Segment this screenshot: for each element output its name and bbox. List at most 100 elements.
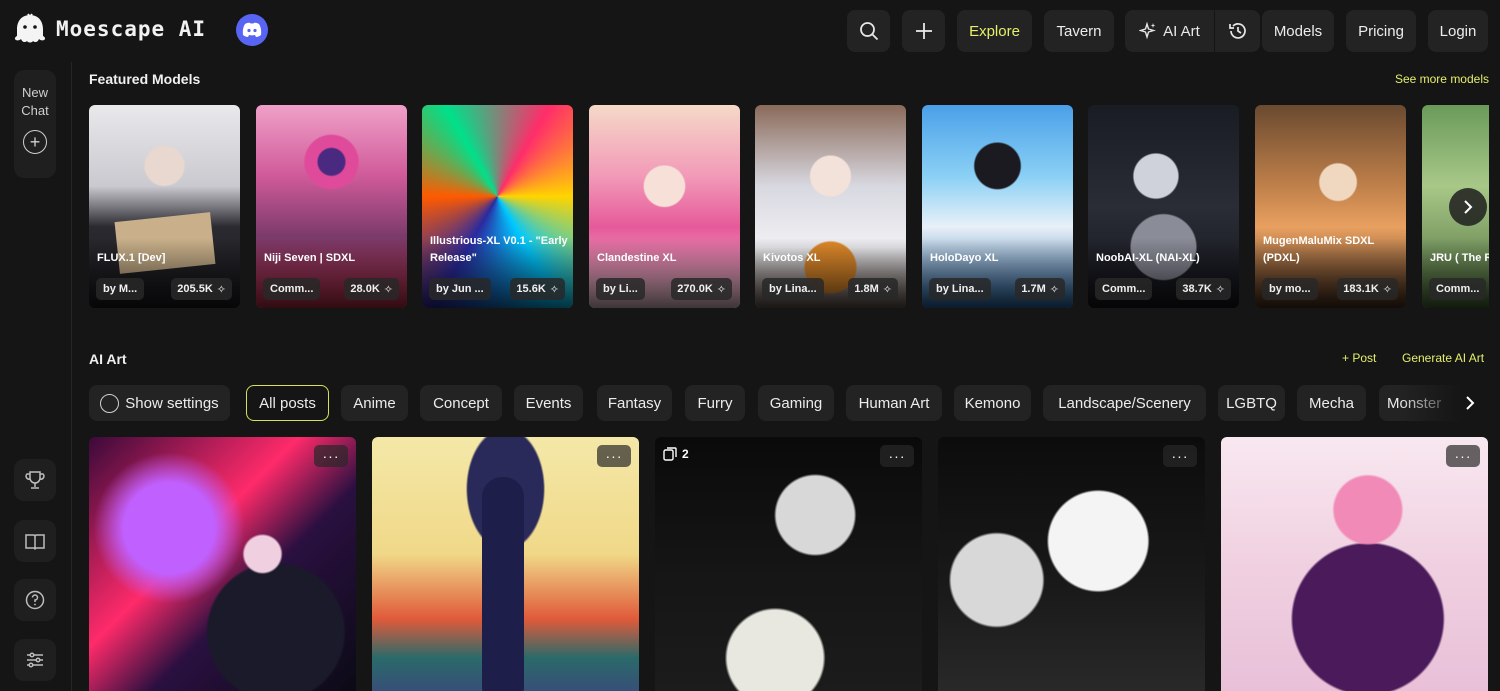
- usage-count: 28.0K ✧: [344, 278, 399, 300]
- new-chat-label-1: New: [21, 85, 48, 100]
- more-options-button[interactable]: ···: [597, 445, 631, 467]
- history-button[interactable]: [1215, 10, 1260, 52]
- model-name: Clandestine XL: [597, 252, 677, 264]
- usage-count-value: 1.8M: [854, 283, 879, 295]
- more-options-button[interactable]: ···: [1446, 445, 1480, 467]
- chip-human-art[interactable]: Human Art: [846, 385, 942, 421]
- usage-count-value: 15.6K: [516, 283, 546, 295]
- usage-count: 38.7K ✧: [1176, 278, 1231, 300]
- radio-icon: [100, 393, 120, 413]
- sparkle-icon: ✧: [549, 283, 559, 296]
- nav-ai-art[interactable]: AI Art: [1125, 10, 1214, 52]
- create-button[interactable]: [902, 10, 945, 52]
- sparkle-icon: [1139, 22, 1157, 40]
- generate-ai-art-link[interactable]: Generate AI Art: [1402, 351, 1484, 365]
- art-image: [89, 437, 356, 691]
- ghost-logo-icon: [14, 13, 46, 43]
- sparkle-icon: ✧: [1049, 283, 1059, 296]
- guides-button[interactable]: [14, 520, 56, 562]
- multi-image-count: 2: [682, 447, 689, 461]
- model-card[interactable]: NoobAI-XL (NAI-XL) Comm... 38.7K ✧: [1088, 105, 1239, 308]
- ai-art-grid: ··· ··· 2 ··· ··· ···: [89, 437, 1489, 691]
- usage-count-value: 28.0K: [350, 283, 380, 295]
- search-button[interactable]: [847, 10, 890, 52]
- chevron-right-icon: [1464, 200, 1473, 214]
- more-options-button[interactable]: ···: [1163, 445, 1197, 467]
- model-author[interactable]: by Li...: [596, 278, 645, 300]
- chip-gaming[interactable]: Gaming: [758, 385, 834, 421]
- model-name: Illustrious-XL V0.1 - "Early Release": [430, 235, 568, 264]
- chip-fantasy[interactable]: Fantasy: [597, 385, 672, 421]
- nav-ai-art-label: AI Art: [1163, 22, 1200, 40]
- usage-count-value: 1.7M: [1021, 283, 1046, 295]
- new-chat-button[interactable]: New Chat +: [14, 70, 56, 178]
- help-button[interactable]: [14, 579, 56, 621]
- art-post[interactable]: ···: [372, 437, 639, 691]
- ai-art-group: AI Art: [1125, 10, 1260, 52]
- post-link[interactable]: + Post: [1342, 351, 1376, 365]
- more-options-button[interactable]: ···: [880, 445, 914, 467]
- sliders-icon: [27, 652, 43, 668]
- model-card[interactable]: Kivotos XL by Lina... 1.8M ✧: [755, 105, 906, 308]
- book-icon: [25, 534, 45, 551]
- model-author[interactable]: by M...: [96, 278, 145, 300]
- settings-button[interactable]: [14, 639, 56, 681]
- sparkle-icon: ✧: [1215, 283, 1225, 296]
- leaderboard-button[interactable]: [14, 459, 56, 501]
- chips-next-button[interactable]: [1452, 385, 1488, 421]
- nav-models[interactable]: Models: [1262, 10, 1334, 52]
- model-card[interactable]: MugenMaluMix SDXL (PDXL) by mo... 183.1K…: [1255, 105, 1406, 308]
- sparkle-icon: ✧: [716, 283, 726, 296]
- chip-kemono[interactable]: Kemono: [954, 385, 1031, 421]
- usage-count-value: 38.7K: [1182, 283, 1212, 295]
- model-card[interactable]: FLUX.1 [Dev] by M... 205.5K ✧: [89, 105, 240, 308]
- discord-icon: [242, 22, 262, 37]
- sparkle-icon: ✧: [1382, 283, 1392, 296]
- art-post[interactable]: ···: [1221, 437, 1488, 691]
- model-author[interactable]: by mo...: [1262, 278, 1318, 300]
- model-author[interactable]: Comm...: [263, 278, 321, 300]
- art-post[interactable]: ···: [89, 437, 356, 691]
- carousel-next-button[interactable]: [1449, 188, 1487, 226]
- art-post[interactable]: ···: [938, 437, 1205, 691]
- nav-login[interactable]: Login: [1428, 10, 1488, 52]
- chip-anime[interactable]: Anime: [341, 385, 408, 421]
- multi-image-badge: 2: [663, 447, 689, 461]
- art-image: [655, 437, 922, 691]
- model-card[interactable]: HoloDayo XL by Lina... 1.7M ✧: [922, 105, 1073, 308]
- chip-concept[interactable]: Concept: [420, 385, 502, 421]
- discord-button[interactable]: [236, 14, 268, 46]
- model-author[interactable]: Comm...: [1095, 278, 1153, 300]
- history-icon: [1228, 23, 1246, 39]
- chip-furry[interactable]: Furry: [685, 385, 745, 421]
- nav-pricing[interactable]: Pricing: [1346, 10, 1416, 52]
- model-author[interactable]: by Lina...: [762, 278, 824, 300]
- model-card[interactable]: Clandestine XL by Li... 270.0K ✧: [589, 105, 740, 308]
- usage-count: 1.7M ✧: [1015, 278, 1065, 300]
- nav-explore[interactable]: Explore: [957, 10, 1032, 52]
- see-more-models-link[interactable]: See more models: [1395, 72, 1489, 86]
- search-icon: [859, 22, 878, 41]
- plus-icon: +: [1342, 351, 1353, 365]
- nav-tavern[interactable]: Tavern: [1044, 10, 1114, 52]
- model-author[interactable]: Comm...: [1429, 278, 1487, 300]
- model-card[interactable]: Niji Seven | SDXL Comm... 28.0K ✧: [256, 105, 407, 308]
- model-author[interactable]: by Jun ...: [429, 278, 491, 300]
- model-name: HoloDayo XL: [930, 252, 999, 264]
- model-card[interactable]: Illustrious-XL V0.1 - "Early Release" by…: [422, 105, 573, 308]
- help-icon: [25, 590, 45, 610]
- more-options-button[interactable]: ···: [314, 445, 348, 467]
- chip-lgbtq[interactable]: LGBTQ: [1218, 385, 1285, 421]
- logo-text: Moescape AI: [56, 17, 207, 41]
- sparkle-icon: ✧: [216, 283, 226, 296]
- chip-all-posts[interactable]: All posts: [246, 385, 329, 421]
- model-name: Kivotos XL: [763, 252, 821, 264]
- usage-count-value: 205.5K: [177, 283, 213, 295]
- chip-events[interactable]: Events: [514, 385, 583, 421]
- model-author[interactable]: by Lina...: [929, 278, 991, 300]
- chip-landscape-scenery[interactable]: Landscape/Scenery: [1043, 385, 1206, 421]
- show-settings-toggle[interactable]: Show settings: [89, 385, 230, 421]
- art-post[interactable]: 2 ···: [655, 437, 922, 691]
- logo[interactable]: Moescape AI: [12, 12, 206, 46]
- chip-mecha[interactable]: Mecha: [1297, 385, 1366, 421]
